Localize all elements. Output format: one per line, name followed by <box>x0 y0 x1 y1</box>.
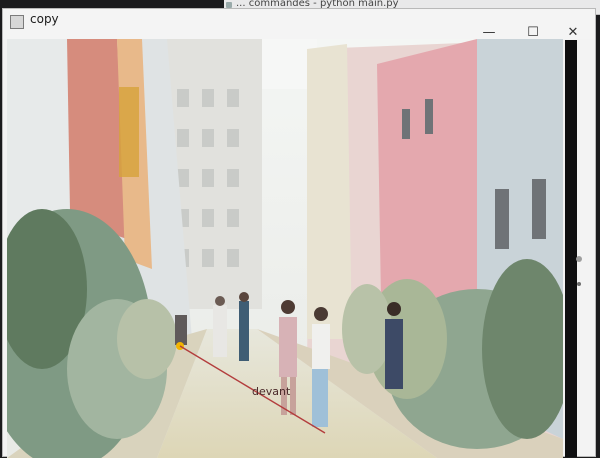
minimize-icon: — <box>482 24 496 40</box>
direction-label: devant <box>252 385 291 398</box>
video-frame: devant <box>7 39 563 458</box>
close-button[interactable]: ✕ <box>561 24 585 40</box>
close-icon: ✕ <box>567 24 579 40</box>
app-icon <box>10 15 24 29</box>
window-titlebar[interactable]: copy — ☐ ✕ <box>3 9 595 40</box>
maximize-button[interactable]: ☐ <box>521 24 545 40</box>
desktop-dot-icon <box>576 256 582 262</box>
minimize-button[interactable]: — <box>477 24 501 40</box>
window-title: copy <box>30 12 59 26</box>
desktop-edge <box>565 40 577 457</box>
maximize-icon: ☐ <box>527 24 539 40</box>
desktop-dot-icon <box>577 282 581 286</box>
copy-window[interactable]: copy — ☐ ✕ devant <box>2 8 596 458</box>
